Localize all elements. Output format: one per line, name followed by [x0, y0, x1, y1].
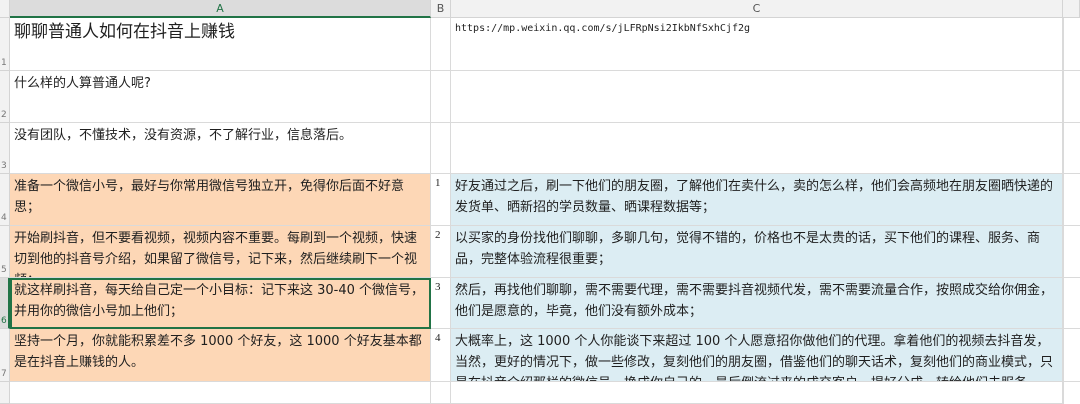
cell-b7[interactable]: 4: [431, 329, 451, 382]
row-header-8[interactable]: [0, 382, 10, 404]
row-header-5[interactable]: 5: [0, 226, 10, 278]
row-header-6[interactable]: 6: [0, 278, 10, 329]
column-header-a[interactable]: A: [10, 0, 431, 18]
cell-c2[interactable]: [451, 71, 1063, 123]
cell-a3[interactable]: 没有团队，不懂技术，没有资源，不了解行业，信息落后。: [10, 123, 431, 174]
cell-a1[interactable]: 聊聊普通人如何在抖音上赚钱: [10, 18, 431, 71]
cell-a7[interactable]: 坚持一个月，你就能积累差不多 1000 个好友，这 1000 个好友基本都是在抖…: [10, 329, 431, 382]
row-header-3[interactable]: 3: [0, 123, 10, 174]
cell-b1[interactable]: [431, 18, 451, 71]
cell-b8[interactable]: [431, 382, 451, 404]
cell-a5[interactable]: 开始刷抖音，但不要看视频，视频内容不重要。每刷到一个视频，快速切到他的抖音号介绍…: [10, 226, 431, 278]
cell-c4[interactable]: 好友通过之后，刷一下他们的朋友圈，了解他们在卖什么，卖的怎么样，他们会高频地在朋…: [451, 174, 1063, 226]
column-d-cells[interactable]: [1063, 18, 1080, 404]
cell-a8[interactable]: [10, 382, 431, 404]
column-header-b[interactable]: B: [431, 0, 451, 18]
cell-c7[interactable]: 大概率上，这 1000 个人你能谈下来超过 100 个人愿意招你做他们的代理。拿…: [451, 329, 1063, 382]
spreadsheet-grid: A B C 1 2 3 4 5 6 7 聊聊普通人如何在抖音上赚钱 https:…: [0, 0, 1080, 404]
row-header-7[interactable]: 7: [0, 329, 10, 382]
cell-c6[interactable]: 然后，再找他们聊聊，需不需要代理，需不需要抖音视频代发，需不需要流量合作，按照成…: [451, 278, 1063, 329]
cell-b4[interactable]: 1: [431, 174, 451, 226]
cell-a2[interactable]: 什么样的人算普通人呢?: [10, 71, 431, 123]
column-header-d[interactable]: [1063, 0, 1080, 18]
cell-c1[interactable]: https://mp.weixin.qq.com/s/jLFRpNsi2IkbN…: [451, 18, 1063, 71]
cell-c8[interactable]: [451, 382, 1063, 404]
cell-b2[interactable]: [431, 71, 451, 123]
cell-b3[interactable]: [431, 123, 451, 174]
row-header-2[interactable]: 2: [0, 71, 10, 123]
corner-select-all[interactable]: [0, 0, 10, 18]
row-header-1[interactable]: 1: [0, 18, 10, 71]
cell-a6[interactable]: 就这样刷抖音，每天给自己定一个小目标：记下来这 30-40 个微信号，并用你的微…: [10, 278, 431, 329]
cell-b6[interactable]: 3: [431, 278, 451, 329]
column-header-c[interactable]: C: [451, 0, 1063, 18]
cell-c5[interactable]: 以买家的身份找他们聊聊，多聊几句，觉得不错的，价格也不是太贵的话，买下他们的课程…: [451, 226, 1063, 278]
row-header-4[interactable]: 4: [0, 174, 10, 226]
cell-b5[interactable]: 2: [431, 226, 451, 278]
cell-a4[interactable]: 准备一个微信小号，最好与你常用微信号独立开，免得你后面不好意思；: [10, 174, 431, 226]
cell-c3[interactable]: [451, 123, 1063, 174]
